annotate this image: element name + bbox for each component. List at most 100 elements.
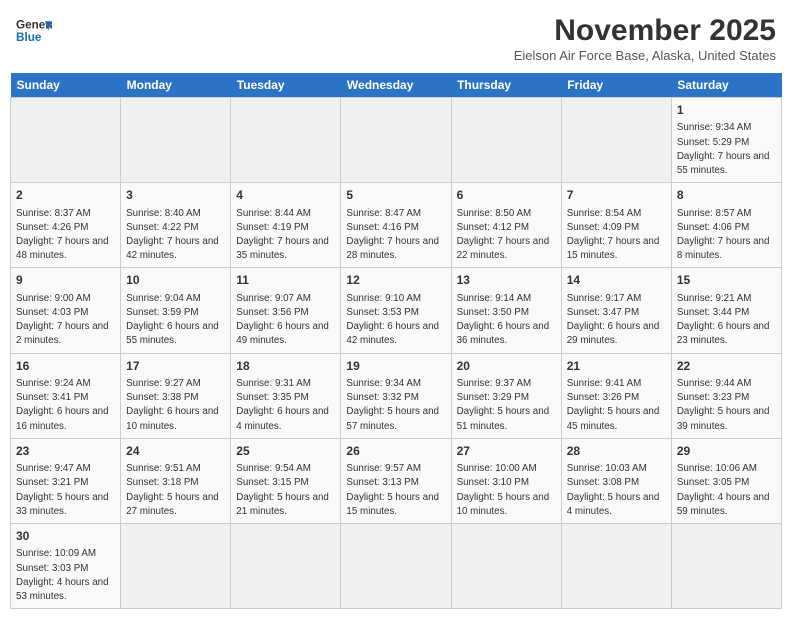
week-row-2: 9 Sunrise: 9:00 AM Sunset: 4:03 PM Daylig… [11, 268, 782, 353]
day-info: Sunrise: 8:40 AM Sunset: 4:22 PM Dayligh… [126, 207, 225, 264]
subtitle: Eielson Air Force Base, Alaska, United S… [514, 48, 776, 63]
day-info: Sunrise: 9:57 AM Sunset: 3:13 PM Dayligh… [346, 462, 445, 519]
calendar-cell: 17 Sunrise: 9:27 AM Sunset: 3:38 PM Dayli… [121, 353, 231, 438]
day-info: Sunrise: 8:57 AM Sunset: 4:06 PM Dayligh… [677, 207, 776, 264]
calendar-cell: 20Sunrise: 9:37 AM Sunset: 3:29 PM Dayli… [451, 353, 561, 438]
page-header: General Blue November 2025 Eielson Air F… [10, 10, 782, 67]
calendar-cell: 26 Sunrise: 9:57 AM Sunset: 3:13 PM Dayli… [341, 438, 451, 523]
day-number: 30 [16, 528, 115, 545]
day-info: Sunrise: 8:44 AM Sunset: 4:19 PM Dayligh… [236, 207, 335, 264]
day-number: 18 [236, 358, 335, 375]
calendar-cell [231, 98, 341, 183]
day-number: 23 [16, 443, 115, 460]
day-info: Sunrise: 8:50 AM Sunset: 4:12 PM Dayligh… [457, 207, 556, 264]
week-row-1: 2Sunrise: 8:37 AM Sunset: 4:26 PM Daylig… [11, 183, 782, 268]
week-row-4: 23 Sunrise: 9:47 AM Sunset: 3:21 PM Dayli… [11, 438, 782, 523]
calendar-cell: 15Sunrise: 9:21 AM Sunset: 3:44 PM Dayli… [671, 268, 781, 353]
day-number: 19 [346, 358, 445, 375]
day-info: Sunrise: 9:44 AM Sunset: 3:23 PM Dayligh… [677, 377, 776, 434]
day-info: Sunrise: 10:06 AM Sunset: 3:05 PM Daylig… [677, 462, 776, 519]
day-info: Sunrise: 9:10 AM Sunset: 3:53 PM Dayligh… [346, 292, 445, 349]
calendar-cell [121, 524, 231, 609]
day-number: 16 [16, 358, 115, 375]
logo-icon: General Blue [16, 14, 52, 50]
calendar-cell: 12 Sunrise: 9:10 AM Sunset: 3:53 PM Dayli… [341, 268, 451, 353]
day-header-saturday: Saturday [671, 73, 781, 98]
calendar-cell: 11Sunrise: 9:07 AM Sunset: 3:56 PM Dayli… [231, 268, 341, 353]
day-info: Sunrise: 9:51 AM Sunset: 3:18 PM Dayligh… [126, 462, 225, 519]
svg-text:Blue: Blue [16, 31, 42, 44]
day-number: 24 [126, 443, 225, 460]
calendar-cell: 24 Sunrise: 9:51 AM Sunset: 3:18 PM Dayli… [121, 438, 231, 523]
day-header-wednesday: Wednesday [341, 73, 451, 98]
day-info: Sunrise: 9:17 AM Sunset: 3:47 PM Dayligh… [567, 292, 666, 349]
logo: General Blue [16, 14, 52, 50]
calendar-cell [231, 524, 341, 609]
calendar-cell: 30 Sunrise: 10:09 AM Sunset: 3:03 PM Dayl… [11, 524, 121, 609]
calendar-cell [11, 98, 121, 183]
calendar-cell: 3 Sunrise: 8:40 AM Sunset: 4:22 PM Daylig… [121, 183, 231, 268]
day-info: Sunrise: 9:00 AM Sunset: 4:03 PM Dayligh… [16, 292, 115, 349]
day-number: 12 [346, 272, 445, 289]
day-info: Sunrise: 10:09 AM Sunset: 3:03 PM Daylig… [16, 547, 115, 604]
calendar-cell: 14Sunrise: 9:17 AM Sunset: 3:47 PM Dayli… [561, 268, 671, 353]
day-number: 3 [126, 187, 225, 204]
day-number: 28 [567, 443, 666, 460]
calendar-cell: 7Sunrise: 8:54 AM Sunset: 4:09 PM Daylig… [561, 183, 671, 268]
day-number: 9 [16, 272, 115, 289]
day-info: Sunrise: 9:27 AM Sunset: 3:38 PM Dayligh… [126, 377, 225, 434]
day-info: Sunrise: 9:31 AM Sunset: 3:35 PM Dayligh… [236, 377, 335, 434]
calendar-cell [451, 98, 561, 183]
day-info: Sunrise: 9:41 AM Sunset: 3:26 PM Dayligh… [567, 377, 666, 434]
day-info: Sunrise: 9:37 AM Sunset: 3:29 PM Dayligh… [457, 377, 556, 434]
calendar-body: 1Sunrise: 9:34 AM Sunset: 5:29 PM Daylig… [11, 98, 782, 609]
calendar-cell: 16Sunrise: 9:24 AM Sunset: 3:41 PM Dayli… [11, 353, 121, 438]
day-info: Sunrise: 8:37 AM Sunset: 4:26 PM Dayligh… [16, 207, 115, 264]
calendar-cell: 29 Sunrise: 10:06 AM Sunset: 3:05 PM Dayl… [671, 438, 781, 523]
week-row-5: 30 Sunrise: 10:09 AM Sunset: 3:03 PM Dayl… [11, 524, 782, 609]
calendar-cell [341, 98, 451, 183]
day-info: Sunrise: 9:07 AM Sunset: 3:56 PM Dayligh… [236, 292, 335, 349]
day-header-tuesday: Tuesday [231, 73, 341, 98]
calendar-cell: 8Sunrise: 8:57 AM Sunset: 4:06 PM Daylig… [671, 183, 781, 268]
calendar-cell: 28Sunrise: 10:03 AM Sunset: 3:08 PM Dayl… [561, 438, 671, 523]
calendar-cell [451, 524, 561, 609]
day-info: Sunrise: 9:34 AM Sunset: 5:29 PM Dayligh… [677, 121, 776, 178]
day-number: 15 [677, 272, 776, 289]
calendar-cell: 21 Sunrise: 9:41 AM Sunset: 3:26 PM Dayli… [561, 353, 671, 438]
day-header-sunday: Sunday [11, 73, 121, 98]
calendar-cell [561, 524, 671, 609]
calendar-cell: 13Sunrise: 9:14 AM Sunset: 3:50 PM Dayli… [451, 268, 561, 353]
day-info: Sunrise: 8:54 AM Sunset: 4:09 PM Dayligh… [567, 207, 666, 264]
week-row-0: 1Sunrise: 9:34 AM Sunset: 5:29 PM Daylig… [11, 98, 782, 183]
calendar-cell: 23 Sunrise: 9:47 AM Sunset: 3:21 PM Dayli… [11, 438, 121, 523]
day-info: Sunrise: 8:47 AM Sunset: 4:16 PM Dayligh… [346, 207, 445, 264]
day-info: Sunrise: 9:14 AM Sunset: 3:50 PM Dayligh… [457, 292, 556, 349]
day-header-thursday: Thursday [451, 73, 561, 98]
day-number: 21 [567, 358, 666, 375]
week-row-3: 16Sunrise: 9:24 AM Sunset: 3:41 PM Dayli… [11, 353, 782, 438]
calendar-table: SundayMondayTuesdayWednesdayThursdayFrid… [10, 73, 782, 609]
day-number: 4 [236, 187, 335, 204]
day-info: Sunrise: 10:00 AM Sunset: 3:10 PM Daylig… [457, 462, 556, 519]
calendar-cell: 25Sunrise: 9:54 AM Sunset: 3:15 PM Dayli… [231, 438, 341, 523]
day-number: 17 [126, 358, 225, 375]
calendar-cell: 1Sunrise: 9:34 AM Sunset: 5:29 PM Daylig… [671, 98, 781, 183]
calendar-header: SundayMondayTuesdayWednesdayThursdayFrid… [11, 73, 782, 98]
day-info: Sunrise: 9:04 AM Sunset: 3:59 PM Dayligh… [126, 292, 225, 349]
day-number: 29 [677, 443, 776, 460]
calendar-cell: 9 Sunrise: 9:00 AM Sunset: 4:03 PM Daylig… [11, 268, 121, 353]
calendar-cell: 4 Sunrise: 8:44 AM Sunset: 4:19 PM Daylig… [231, 183, 341, 268]
calendar-cell: 6Sunrise: 8:50 AM Sunset: 4:12 PM Daylig… [451, 183, 561, 268]
day-info: Sunrise: 9:34 AM Sunset: 3:32 PM Dayligh… [346, 377, 445, 434]
day-number: 26 [346, 443, 445, 460]
calendar-cell: 27Sunrise: 10:00 AM Sunset: 3:10 PM Dayl… [451, 438, 561, 523]
calendar-cell: 22Sunrise: 9:44 AM Sunset: 3:23 PM Dayli… [671, 353, 781, 438]
main-title: November 2025 [514, 14, 776, 48]
day-info: Sunrise: 9:47 AM Sunset: 3:21 PM Dayligh… [16, 462, 115, 519]
day-number: 10 [126, 272, 225, 289]
calendar-cell: 18 Sunrise: 9:31 AM Sunset: 3:35 PM Dayli… [231, 353, 341, 438]
day-header-monday: Monday [121, 73, 231, 98]
calendar-cell: 5Sunrise: 8:47 AM Sunset: 4:16 PM Daylig… [341, 183, 451, 268]
calendar-cell: 19 Sunrise: 9:34 AM Sunset: 3:32 PM Dayli… [341, 353, 451, 438]
